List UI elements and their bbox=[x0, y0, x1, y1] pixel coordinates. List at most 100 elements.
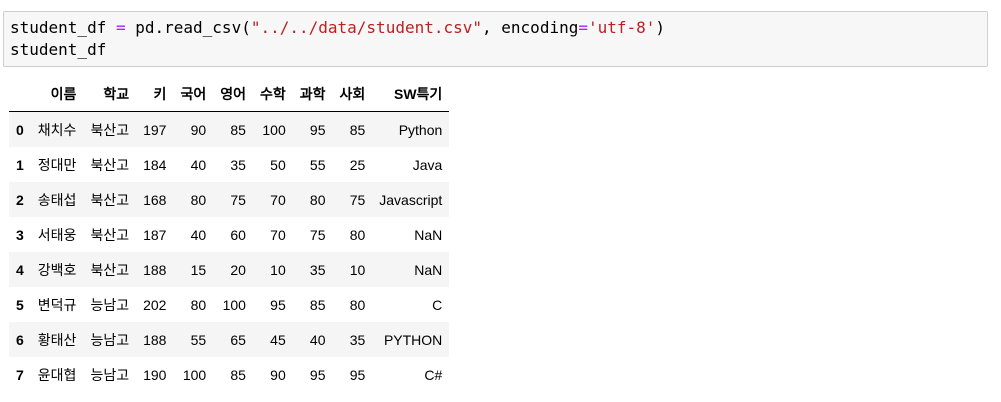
table-cell: 95 bbox=[309, 121, 326, 138]
table-cell: 40 bbox=[190, 226, 207, 243]
table-cell: 188 bbox=[143, 331, 167, 348]
table-cell: 북산고 bbox=[90, 156, 130, 173]
table-cell: 15 bbox=[190, 261, 207, 278]
table-cell: Java bbox=[412, 156, 443, 173]
table-cell: 변덕규 bbox=[37, 296, 77, 313]
table-cell: 95 bbox=[270, 296, 286, 313]
table-cell: 10 bbox=[270, 261, 286, 278]
table-cell: 187 bbox=[143, 226, 167, 243]
table-cell: NaN bbox=[414, 261, 443, 278]
table-cell: 75 bbox=[349, 191, 366, 208]
table-cell: NaN bbox=[414, 226, 443, 243]
table-cell: 35 bbox=[309, 261, 326, 278]
table-row: 3 서태웅 북산고 187 40 60 70 75 80 NaN bbox=[9, 217, 450, 252]
code-assign-operator: = bbox=[106, 18, 136, 37]
column-header-social: 사회 bbox=[332, 77, 373, 112]
table-cell: 75 bbox=[230, 191, 246, 208]
column-header-english: 영어 bbox=[213, 77, 253, 112]
table-cell: C# bbox=[424, 366, 443, 383]
column-header-sw-skill: SW특기 bbox=[372, 77, 450, 112]
table-cell: 정대만 bbox=[37, 156, 77, 173]
table-cell: 45 bbox=[270, 331, 286, 348]
column-header-science: 과학 bbox=[292, 77, 333, 112]
table-cell: 채치수 bbox=[37, 121, 77, 138]
table-cell: 80 bbox=[309, 191, 326, 208]
table-cell: 50 bbox=[270, 156, 286, 173]
code-path-string: "../../data/student.csv" bbox=[250, 18, 483, 37]
table-cell: Javascript bbox=[379, 191, 443, 208]
table-cell: 65 bbox=[230, 331, 246, 348]
table-cell: 80 bbox=[190, 296, 207, 313]
table-cell: 북산고 bbox=[90, 226, 130, 243]
table-cell: 55 bbox=[190, 331, 207, 348]
row-index: 3 bbox=[16, 226, 24, 243]
index-header bbox=[9, 77, 31, 112]
table-cell: 70 bbox=[270, 226, 286, 243]
row-index: 2 bbox=[16, 191, 24, 208]
table-row: 7 윤대협 능남고 190 100 85 90 95 95 C# bbox=[9, 357, 450, 392]
column-header-korean: 국어 bbox=[173, 77, 214, 112]
table-cell: 75 bbox=[309, 226, 326, 243]
table-row: 0 채치수 북산고 197 90 85 100 95 85 Python bbox=[9, 111, 450, 147]
table-row: 6 황태산 능남고 188 55 65 45 40 35 PYTHON bbox=[9, 322, 450, 357]
table-row: 1 정대만 북산고 184 40 35 50 55 25 Java bbox=[9, 147, 450, 182]
code-line-2: student_df bbox=[10, 40, 107, 59]
row-index: 0 bbox=[16, 121, 24, 138]
table-row: 2 송태섭 북산고 168 80 75 70 80 75 Javascript bbox=[9, 182, 450, 217]
code-close-paren: ) bbox=[655, 18, 666, 37]
table-cell: 북산고 bbox=[90, 191, 130, 208]
table-cell: 능남고 bbox=[90, 296, 130, 313]
table-cell: 윤대협 bbox=[37, 366, 77, 383]
code-encoding-string: 'utf-8' bbox=[587, 18, 656, 37]
code-function-call: pd.read_csv( bbox=[135, 18, 251, 37]
table-cell: 60 bbox=[230, 226, 246, 243]
table-cell: 188 bbox=[143, 261, 167, 278]
table-cell: 95 bbox=[349, 366, 366, 383]
table-cell: Python bbox=[398, 121, 443, 138]
column-header-name: 이름 bbox=[30, 77, 84, 112]
table-cell: 85 bbox=[230, 121, 246, 138]
row-index: 7 bbox=[16, 366, 24, 383]
table-row: 4 강백호 북산고 188 15 20 10 35 10 NaN bbox=[9, 252, 450, 287]
table-cell: 168 bbox=[143, 191, 167, 208]
code-equals-operator: = bbox=[578, 18, 588, 37]
table-cell: 90 bbox=[270, 366, 286, 383]
cell-output: 이름 학교 키 국어 영어 수학 과학 사회 SW특기 0 채치수 북산고 197 90… bbox=[9, 77, 450, 392]
table-cell: 북산고 bbox=[90, 261, 130, 278]
column-header-math: 수학 bbox=[252, 77, 293, 112]
table-cell: 20 bbox=[230, 261, 246, 278]
table-cell: 85 bbox=[230, 366, 246, 383]
row-index: 4 bbox=[16, 261, 24, 278]
row-index: 5 bbox=[16, 296, 24, 313]
table-cell: 10 bbox=[349, 261, 366, 278]
table-cell: 184 bbox=[143, 156, 167, 173]
table-cell: 북산고 bbox=[90, 121, 130, 138]
table-cell: 80 bbox=[349, 296, 366, 313]
table-cell: 70 bbox=[270, 191, 286, 208]
table-cell: 40 bbox=[190, 156, 207, 173]
code-cell-input[interactable]: student_df = pd.read_csv("../../data/stu… bbox=[3, 11, 988, 67]
table-cell: 100 bbox=[262, 121, 286, 138]
code-keyword-arg: , encoding bbox=[482, 18, 579, 37]
table-cell: 90 bbox=[190, 121, 207, 138]
table-cell: 능남고 bbox=[90, 331, 130, 348]
table-cell: 80 bbox=[349, 226, 366, 243]
table-cell: 85 bbox=[349, 121, 366, 138]
table-header-row: 이름 학교 키 국어 영어 수학 과학 사회 SW특기 bbox=[9, 77, 450, 112]
table-cell: 송태섭 bbox=[37, 191, 77, 208]
table-cell: PYTHON bbox=[383, 331, 443, 348]
table-cell: 35 bbox=[349, 331, 366, 348]
dataframe-table: 이름 학교 키 국어 영어 수학 과학 사회 SW특기 0 채치수 북산고 197 90… bbox=[9, 77, 450, 392]
table-cell: 100 bbox=[222, 296, 246, 313]
table-cell: 202 bbox=[143, 296, 167, 313]
code-variable: student_df bbox=[10, 18, 107, 37]
table-cell: 40 bbox=[309, 331, 326, 348]
table-cell: 25 bbox=[349, 156, 366, 173]
table-cell: 55 bbox=[309, 156, 326, 173]
table-body: 0 채치수 북산고 197 90 85 100 95 85 Python 1 정대만 북산고 184 40 3… bbox=[9, 111, 450, 392]
table-cell: 강백호 bbox=[37, 261, 77, 278]
table-cell: 197 bbox=[143, 121, 167, 138]
table-cell: 100 bbox=[182, 366, 207, 383]
table-cell: 95 bbox=[309, 366, 326, 383]
row-index: 6 bbox=[16, 331, 24, 348]
